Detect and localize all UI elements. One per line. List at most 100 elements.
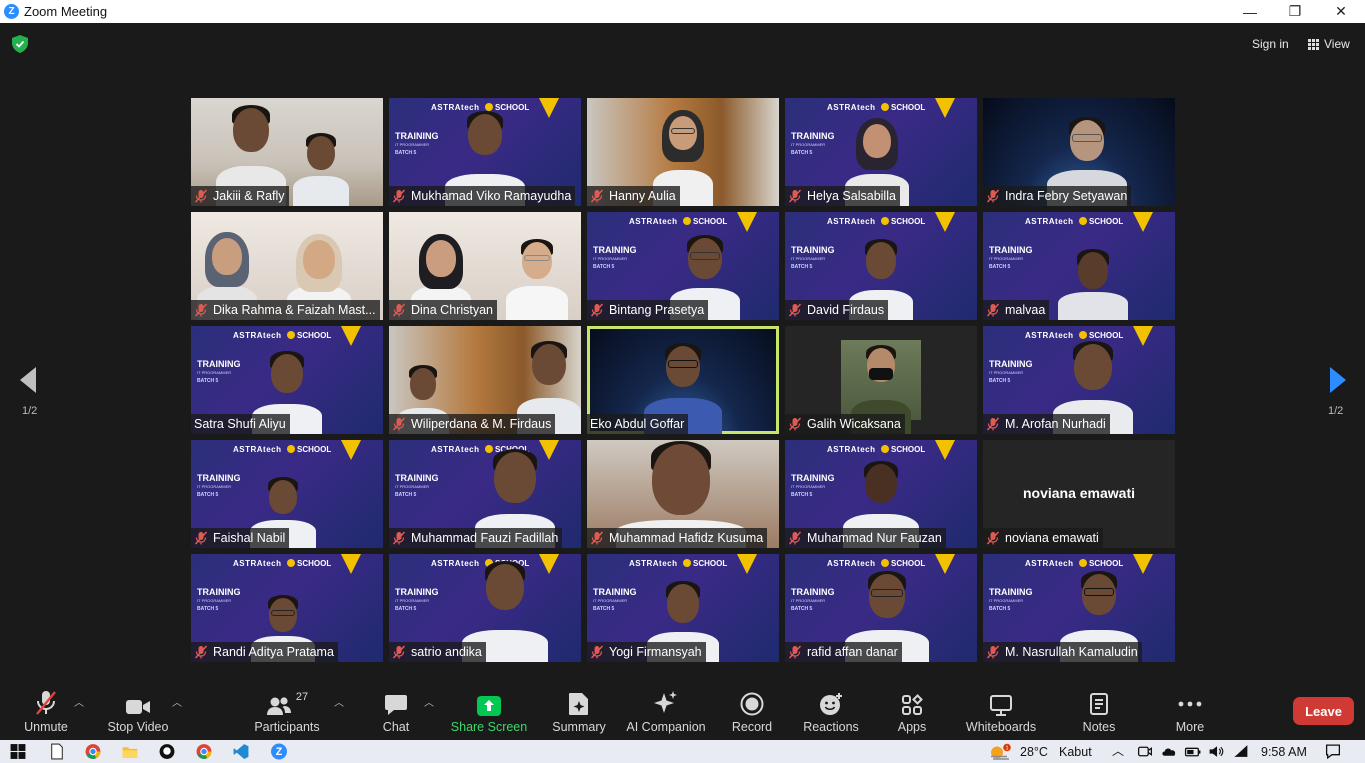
notes-label: Notes <box>1082 720 1116 734</box>
onedrive-cloud-icon[interactable] <box>1160 743 1178 760</box>
participant-tile[interactable]: Hanny Aulia <box>587 98 779 206</box>
participant-tile[interactable]: ASTRAtechSCHOOLTRAININGIT PROGRAMMERBATC… <box>191 554 383 662</box>
muted-mic-icon <box>392 417 406 431</box>
muted-mic-icon <box>590 303 604 317</box>
unmute-button[interactable]: Unmute <box>22 688 70 738</box>
participant-tile[interactable]: ASTRAtechSCHOOLTRAININGIT PROGRAMMERBATC… <box>983 212 1175 320</box>
muted-mic-icon <box>986 417 1000 431</box>
participant-name: Wiliperdana & M. Firdaus <box>411 417 552 431</box>
participant-tile[interactable]: Indra Febry Setyawan <box>983 98 1175 206</box>
reactions-label: Reactions <box>803 720 859 734</box>
notifications-icon[interactable] <box>1324 743 1342 760</box>
participant-tile[interactable]: ASTRAtechSCHOOLTRAININGIT PROGRAMMERBATC… <box>785 554 977 662</box>
participant-tile[interactable]: ASTRAtechSCHOOLTRAININGIT PROGRAMMERBATC… <box>983 326 1175 434</box>
share-screen-button[interactable]: Share Screen <box>451 688 527 738</box>
weather-text: Kabut <box>1059 745 1092 759</box>
window-titlebar: Z Zoom Meeting — ❐ ✕ <box>0 0 1365 23</box>
participant-name-label: Hanny Aulia <box>587 186 680 206</box>
summary-label: Summary <box>552 720 606 734</box>
muted-mic-icon <box>392 189 406 203</box>
notes-button[interactable]: Notes <box>1079 688 1119 738</box>
participant-tile[interactable]: ASTRAtechSCHOOLTRAININGIT PROGRAMMERBATC… <box>191 440 383 548</box>
participant-tile[interactable]: ASTRAtechSCHOOLTRAININGIT PROGRAMMERBATC… <box>389 554 581 662</box>
next-page-icon[interactable] <box>1328 365 1348 395</box>
participant-name: noviana emawati <box>1005 531 1099 545</box>
participant-name: M. Nasrullah Kamaludin <box>1005 645 1138 659</box>
view-button[interactable]: View <box>1302 33 1356 55</box>
previous-page-icon[interactable] <box>18 365 38 395</box>
more-label: More <box>1175 720 1205 734</box>
zoom-taskbar-icon[interactable]: Z <box>270 743 288 760</box>
file-icon[interactable] <box>48 743 66 760</box>
chrome-icon[interactable] <box>84 743 102 760</box>
muted-mic-icon <box>194 531 208 545</box>
whiteboards-button[interactable]: Whiteboards <box>963 688 1039 738</box>
participant-tile[interactable]: ASTRAtechSCHOOLTRAININGIT PROGRAMMERBATC… <box>389 440 581 548</box>
participant-tile[interactable]: Galih Wicaksana <box>785 326 977 434</box>
participant-tile[interactable]: Muhammad Hafidz Kusuma <box>587 440 779 548</box>
security-shield-icon[interactable] <box>12 35 28 53</box>
github-icon[interactable] <box>158 743 176 760</box>
participant-name-label: David Firdaus <box>785 300 889 320</box>
participant-tile[interactable]: ASTRAtechSCHOOLTRAININGIT PROGRAMMERBATC… <box>785 212 977 320</box>
participant-tile[interactable]: ASTRAtechSCHOOLTRAININGIT PROGRAMMERBATC… <box>785 98 977 206</box>
participant-tile[interactable]: Wiliperdana & M. Firdaus <box>389 326 581 434</box>
participant-tile[interactable]: Jakiii & Rafly <box>191 98 383 206</box>
leave-button[interactable]: Leave <box>1293 697 1354 725</box>
show-hidden-icons-chevron-icon[interactable]: ︿ <box>1112 742 1124 759</box>
participant-tile[interactable]: Dina Christyan <box>389 212 581 320</box>
participant-tile[interactable]: ASTRAtechSCHOOLTRAININGIT PROGRAMMERBATC… <box>983 554 1175 662</box>
stop-video-button[interactable]: Stop Video <box>106 688 170 738</box>
participant-name: Indra Febry Setyawan <box>1005 189 1128 203</box>
participant-tile[interactable]: ASTRAtechSCHOOLTRAININGIT PROGRAMMERBATC… <box>587 554 779 662</box>
wifi-icon[interactable] <box>1232 743 1250 760</box>
muted-mic-icon <box>194 303 208 317</box>
participant-tile[interactable]: ASTRAtechSCHOOLTRAININGIT PROGRAMMERBATC… <box>389 98 581 206</box>
video-options-chevron-icon[interactable]: ︿ <box>172 694 182 709</box>
notes-icon <box>1090 693 1108 715</box>
muted-mic-icon <box>986 645 1000 659</box>
volume-icon[interactable] <box>1207 743 1225 760</box>
minimize-button[interactable]: — <box>1227 0 1273 23</box>
whiteboards-label: Whiteboards <box>965 720 1037 734</box>
participant-name-label: Bintang Prasetya <box>587 300 709 320</box>
sign-in-button[interactable]: Sign in <box>1244 33 1297 55</box>
participants-button[interactable]: 27 Participants <box>252 688 322 738</box>
audio-options-chevron-icon[interactable]: ︿ <box>74 694 84 709</box>
file-explorer-icon[interactable] <box>121 743 139 760</box>
participant-name: Muhammad Fauzi Fadillah <box>411 531 559 545</box>
muted-mic-icon <box>590 189 604 203</box>
vscode-icon[interactable] <box>232 743 250 760</box>
participant-tile[interactable]: ASTRAtechSCHOOLTRAININGIT PROGRAMMERBATC… <box>191 326 383 434</box>
participant-tile[interactable]: Dika Rahma & Faizah Mast... <box>191 212 383 320</box>
reactions-button[interactable]: Reactions <box>803 688 859 738</box>
participant-name-label: Satra Shufi Aliyu <box>191 414 290 434</box>
chat-options-chevron-icon[interactable]: ︿ <box>424 694 434 709</box>
participant-name: malvaa <box>1005 303 1046 317</box>
ai-companion-label: AI Companion <box>626 720 706 734</box>
participant-tile[interactable]: ASTRAtechSCHOOLTRAININGIT PROGRAMMERBATC… <box>785 440 977 548</box>
participant-tile[interactable]: noviana emawati noviana emawati <box>983 440 1175 548</box>
unmute-label: Unmute <box>24 720 68 734</box>
more-button[interactable]: More <box>1170 688 1210 738</box>
participant-tile[interactable]: Eko Abdul Goffar <box>587 326 779 434</box>
apps-button[interactable]: Apps <box>893 688 931 738</box>
summary-button[interactable]: Summary <box>550 688 608 738</box>
chat-button[interactable]: Chat <box>376 688 416 738</box>
participant-name-label: Jakiii & Rafly <box>191 186 289 206</box>
meet-now-icon[interactable] <box>1136 743 1154 760</box>
ai-companion-button[interactable]: AI Companion <box>624 688 708 738</box>
participants-options-chevron-icon[interactable]: ︿ <box>334 694 344 709</box>
participant-tile[interactable]: ASTRAtechSCHOOLTRAININGIT PROGRAMMERBATC… <box>587 212 779 320</box>
chrome-alt-icon[interactable] <box>195 743 213 760</box>
close-button[interactable]: ✕ <box>1318 0 1364 23</box>
muted-mic-icon <box>986 189 1000 203</box>
participant-name: satrio andika <box>411 645 482 659</box>
participant-name: Faishal Nabil <box>213 531 286 545</box>
record-button[interactable]: Record <box>729 688 775 738</box>
participant-name-label: rafid affan danar <box>785 642 902 662</box>
maximize-button[interactable]: ❐ <box>1272 0 1318 23</box>
battery-icon[interactable] <box>1184 743 1202 760</box>
participant-name: Muhammad Hafidz Kusuma <box>609 531 764 545</box>
windows-start-icon[interactable] <box>9 743 27 760</box>
